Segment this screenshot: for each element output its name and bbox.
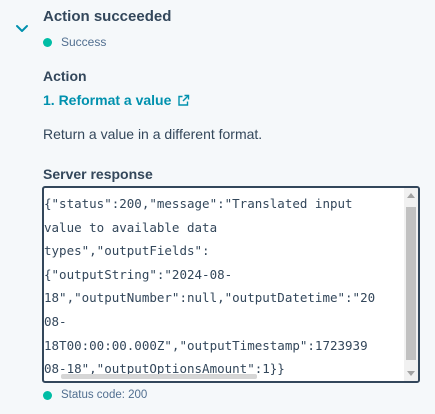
external-link-icon[interactable] <box>177 94 190 107</box>
response-line: {"outputString":"2024-08- <box>44 266 233 282</box>
action-description: Return a value in a different format. <box>43 126 263 142</box>
action-link[interactable]: 1. Reformat a value <box>43 92 190 108</box>
response-line: 08- <box>44 313 67 329</box>
status-label: Success <box>61 35 107 49</box>
response-line: types","outputFields": <box>44 243 210 259</box>
result-title: Action succeeded <box>43 8 172 25</box>
scroll-down-arrow-icon[interactable] <box>407 371 415 376</box>
success-dot-icon <box>43 390 52 400</box>
vertical-scroll-thumb[interactable] <box>406 207 416 360</box>
scroll-up-arrow-icon[interactable] <box>407 193 415 198</box>
chevron-down-icon[interactable] <box>15 24 29 34</box>
action-link-label[interactable]: 1. Reformat a value <box>43 92 171 108</box>
response-line: value to available data <box>44 219 218 235</box>
server-response-box[interactable]: {"status":200,"message":"Translated inpu… <box>42 186 420 383</box>
response-line: 18","outputNumber":null,"outputDatetime"… <box>44 290 376 306</box>
status-code-indicator: Status code: 200 <box>43 387 147 403</box>
response-line: {"status":200,"message":"Translated inpu… <box>44 196 353 211</box>
success-dot-icon <box>43 37 52 47</box>
action-section-label: Action <box>43 68 87 84</box>
response-section-label: Server response <box>43 166 153 182</box>
server-response-content[interactable]: {"status":200,"message":"Translated inpu… <box>44 192 404 381</box>
response-line: 18T00:00:00.000Z","outputTimestamp":1723… <box>44 337 368 353</box>
horizontal-scroll-thumb[interactable] <box>61 374 257 379</box>
vertical-scrollbar[interactable] <box>404 188 418 381</box>
status-code-label: Status code: 200 <box>61 389 148 401</box>
status-indicator: Success <box>43 34 106 50</box>
